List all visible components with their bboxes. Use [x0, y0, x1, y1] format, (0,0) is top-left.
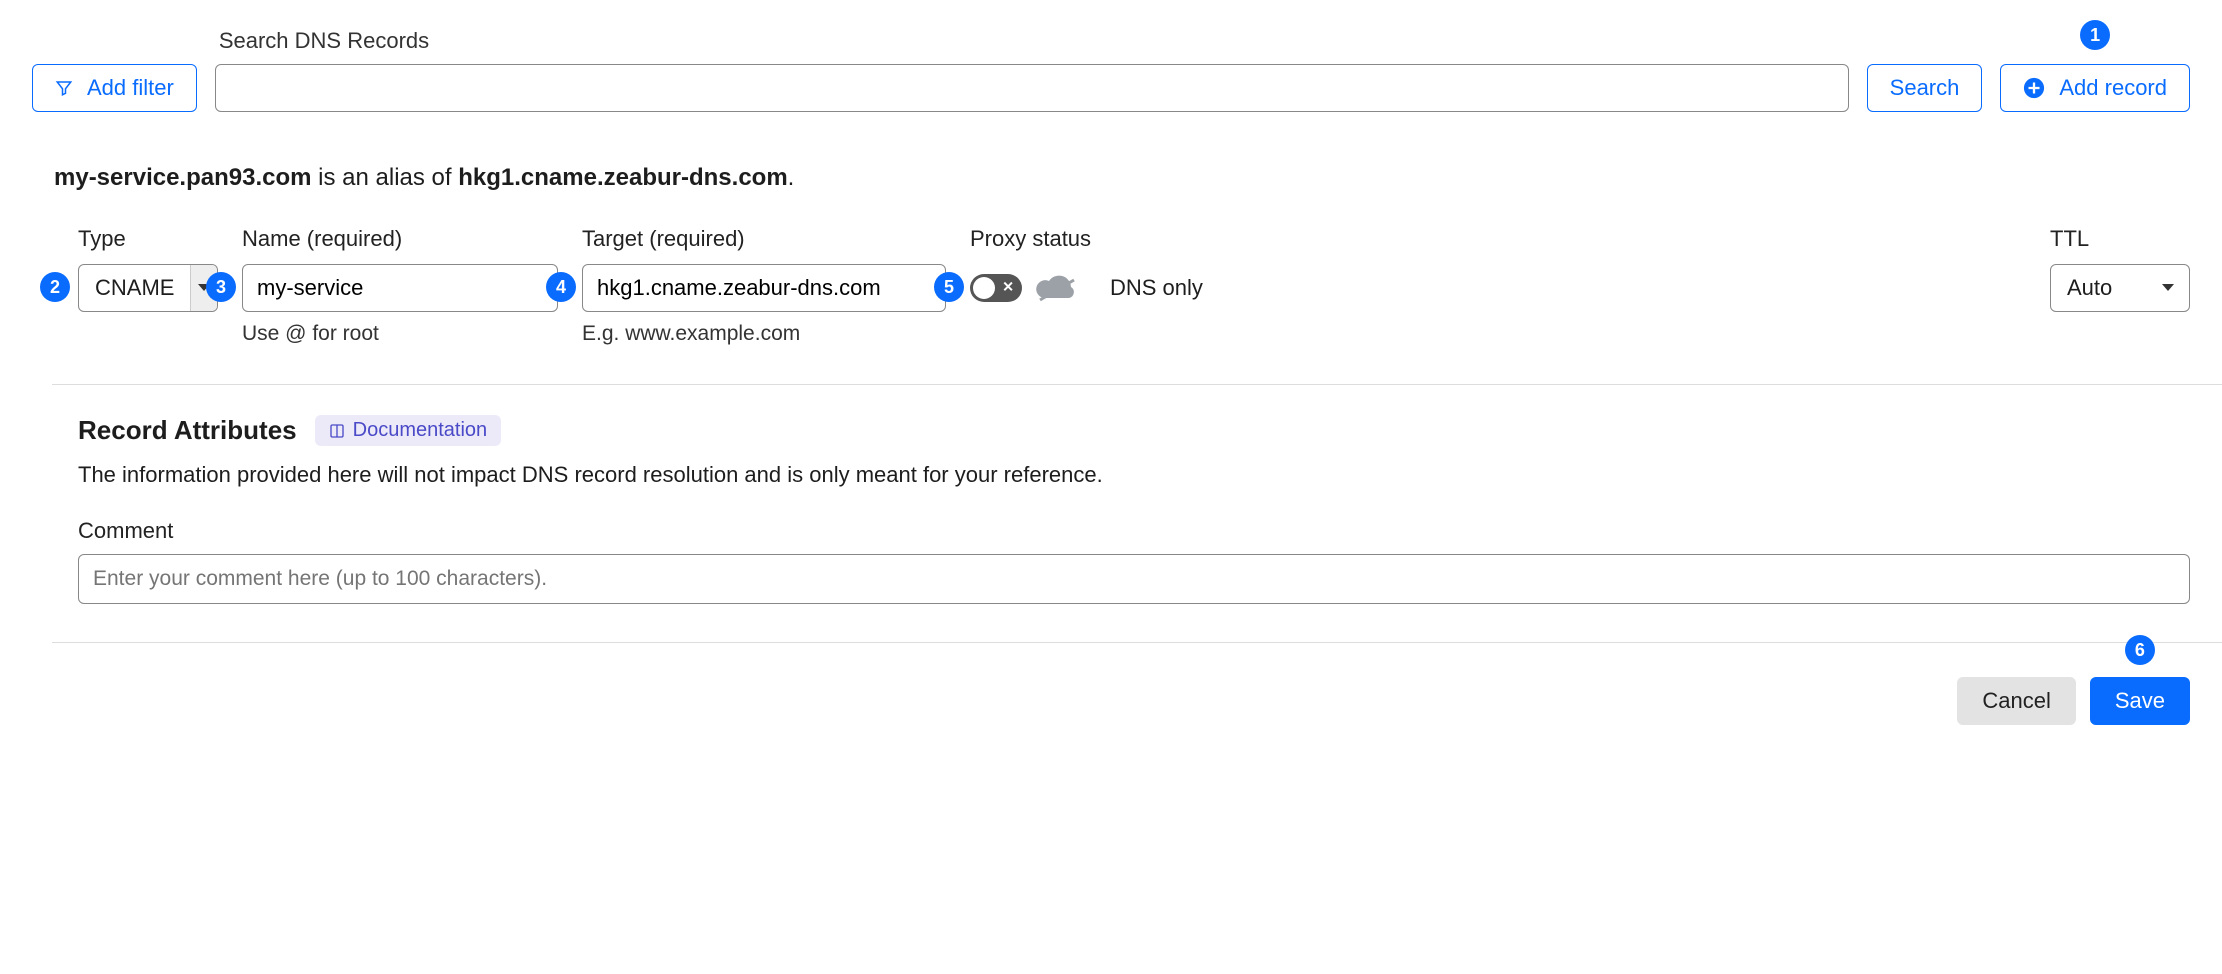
ttl-label: TTL: [2050, 226, 2190, 252]
footer-row: Cancel 6 Save: [78, 677, 2190, 725]
filter-icon: [55, 79, 73, 97]
record-form: 2 Type CNAME 3 Name (required) Use @ for…: [32, 226, 2190, 346]
name-input[interactable]: [242, 264, 558, 312]
add-record-button[interactable]: Add record: [2000, 64, 2190, 112]
name-hint: Use @ for root: [242, 322, 558, 346]
divider: [52, 642, 2222, 643]
step-badge-4: 4: [546, 272, 576, 302]
documentation-label: Documentation: [353, 419, 488, 442]
proxy-toggle[interactable]: ✕: [970, 274, 1022, 302]
add-record-wrap: 1 Add record: [2000, 64, 2190, 112]
plus-circle-icon: [2023, 77, 2045, 99]
divider: [52, 384, 2222, 385]
save-label: Save: [2115, 688, 2165, 713]
ttl-value: Auto: [2067, 275, 2112, 301]
comment-input[interactable]: [78, 554, 2190, 604]
summary-domain: my-service.pan93.com: [54, 164, 311, 191]
cancel-label: Cancel: [1982, 688, 2050, 713]
top-bar: Add filter Search DNS Records Search 1 A…: [32, 28, 2190, 112]
target-field: 4 Target (required) E.g. www.example.com: [582, 226, 946, 346]
target-input[interactable]: [582, 264, 946, 312]
target-label: Target (required): [582, 226, 946, 252]
toggle-x-icon: ✕: [1002, 279, 1014, 296]
book-icon: [329, 423, 345, 439]
documentation-link[interactable]: Documentation: [315, 415, 502, 446]
cancel-button[interactable]: Cancel: [1957, 677, 2075, 725]
summary-tail: .: [788, 164, 795, 191]
search-wrap: [215, 64, 1849, 112]
add-record-label: Add record: [2059, 75, 2167, 101]
proxy-field: 5 Proxy status ✕ DNS only: [970, 226, 1232, 312]
step-badge-1: 1: [2080, 20, 2110, 50]
ttl-select[interactable]: Auto: [2050, 264, 2190, 312]
attrs-heading: Record Attributes: [78, 415, 297, 446]
name-label: Name (required): [242, 226, 558, 252]
proxy-row: ✕ DNS only: [970, 264, 1232, 312]
search-button-label: Search: [1890, 75, 1960, 101]
ttl-field: TTL Auto: [2050, 226, 2190, 312]
search-label: Search DNS Records: [219, 28, 1849, 54]
target-hint: E.g. www.example.com: [582, 322, 946, 346]
search-block: Search DNS Records: [215, 28, 1849, 112]
attrs-heading-row: Record Attributes Documentation: [78, 415, 2190, 446]
save-button[interactable]: Save: [2090, 677, 2190, 725]
chevron-down-icon: [2161, 283, 2175, 293]
cloud-icon: [1036, 274, 1078, 302]
proxy-label: Proxy status: [970, 226, 1232, 252]
step-badge-3: 3: [206, 272, 236, 302]
type-label: Type: [78, 226, 218, 252]
comment-label: Comment: [78, 518, 2190, 544]
add-filter-label: Add filter: [87, 75, 174, 101]
save-wrap: 6 Save: [2090, 677, 2190, 725]
attrs-description: The information provided here will not i…: [78, 462, 2190, 488]
summary-middle: is an alias of: [311, 164, 458, 191]
type-value: CNAME: [79, 265, 190, 311]
step-badge-5: 5: [934, 272, 964, 302]
type-select[interactable]: CNAME: [78, 264, 218, 312]
step-badge-2: 2: [40, 272, 70, 302]
search-input[interactable]: [215, 64, 1849, 112]
record-attributes: Record Attributes Documentation The info…: [78, 415, 2190, 604]
type-field: Type CNAME: [78, 226, 218, 312]
step-badge-6: 6: [2125, 635, 2155, 665]
proxy-text: DNS only: [1110, 275, 1203, 301]
name-field: 3 Name (required) Use @ for root: [242, 226, 558, 346]
record-summary: my-service.pan93.com is an alias of hkg1…: [54, 164, 2190, 192]
add-filter-button[interactable]: Add filter: [32, 64, 197, 112]
search-button[interactable]: Search: [1867, 64, 1983, 112]
toggle-knob: [973, 277, 995, 299]
summary-target: hkg1.cname.zeabur-dns.com: [458, 164, 787, 191]
